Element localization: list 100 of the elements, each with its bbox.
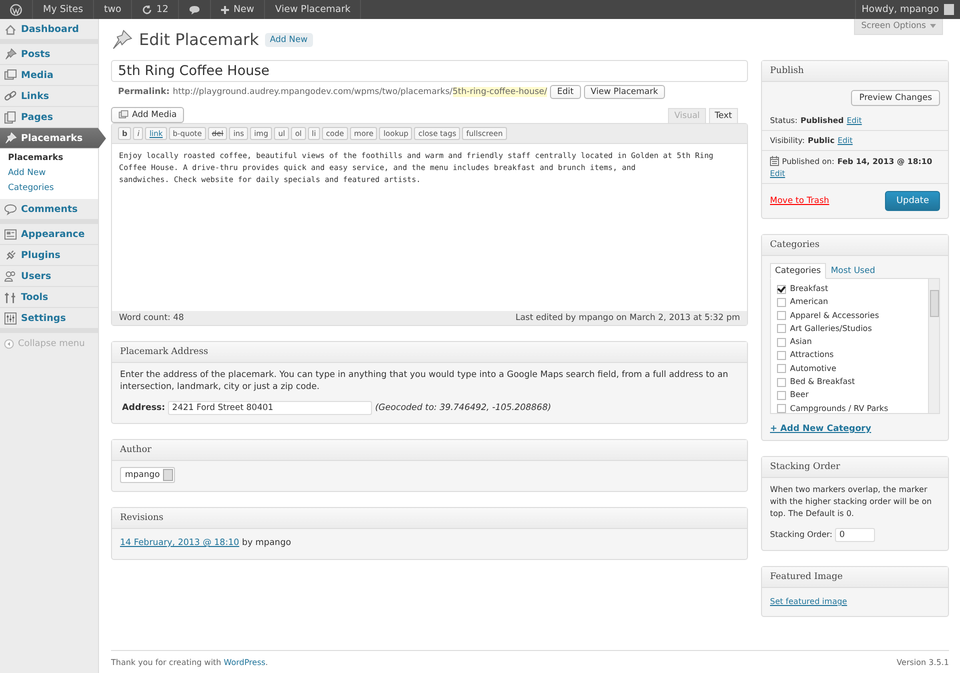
plug-icon [4, 248, 17, 262]
toolbar-link[interactable]: View Placemark [265, 0, 362, 19]
checkbox[interactable] [777, 324, 786, 334]
speech-bubble-icon[interactable] [189, 4, 200, 14]
revision-author: by mpango [242, 538, 292, 548]
users-icon [4, 270, 17, 282]
panel-title: Placemark Address [112, 342, 747, 363]
last-edited: Last edited by mpango on March 2, 2013 at 5:32 pm [515, 313, 740, 323]
menu-item[interactable]: Placemarks [0, 128, 106, 149]
plus-icon[interactable] [221, 6, 230, 14]
house-icon [4, 22, 17, 36]
checkbox[interactable] [777, 364, 786, 374]
pushpin-icon [111, 28, 133, 50]
permalink-button[interactable]: Edit [550, 85, 581, 99]
chain-link-icon [4, 90, 17, 102]
editor-tab[interactable]: Text [708, 108, 738, 123]
version-text: Version 3.5.1 [896, 658, 949, 667]
panel-title: Featured Image [762, 567, 948, 588]
calendar-icon [770, 156, 779, 166]
category-label[interactable]: Campgrounds / RV Parks [790, 402, 888, 415]
menu-item[interactable]: Appearance [0, 224, 98, 245]
pages-icon [4, 110, 17, 124]
menu-item[interactable]: Settings [0, 308, 98, 329]
panel-title: Categories [762, 235, 948, 256]
avatar-icon[interactable] [944, 4, 954, 15]
checkbox[interactable] [777, 350, 786, 360]
update-button[interactable]: Update [885, 191, 940, 211]
preview-button[interactable]: Preview Changes [851, 90, 940, 106]
permalink-url: http://playground.audrey.mpangodev.com/wpms/two/placemarks/5th-ring-coffee-house/ [172, 87, 548, 97]
category-label[interactable]: American [790, 296, 828, 308]
caret-icon [930, 24, 936, 28]
menu-item[interactable]: Links [0, 86, 98, 107]
account-greeting[interactable]: Howdy, mpango [862, 4, 939, 15]
menu-item[interactable]: Comments [0, 199, 98, 220]
category-tab[interactable]: Most Used [826, 263, 880, 279]
category-label[interactable]: Beer [790, 389, 809, 402]
category-label[interactable]: Asian [790, 336, 812, 348]
word-count: Word count: 48 [119, 313, 184, 323]
pushpin-icon [4, 132, 17, 144]
permalink-button[interactable]: View Placemark [584, 85, 666, 99]
geocoded-text: (Geocoded to: 39.746492, -105.208868) [375, 402, 552, 414]
panel-title: Author [112, 440, 747, 461]
menu-item[interactable]: Users [0, 266, 98, 287]
checkbox[interactable] [777, 404, 786, 414]
wordpress-link[interactable]: WordPress [224, 658, 266, 667]
address-label: Address: [122, 402, 166, 414]
sliders-icon [4, 312, 17, 324]
category-tab[interactable]: Categories [770, 263, 826, 279]
update-count[interactable]: 12 [156, 4, 168, 15]
trash-link[interactable]: Move to Trash [770, 196, 830, 206]
category-label[interactable]: Apparel & Accessories [790, 310, 879, 322]
submenu-item[interactable]: Placemarks [8, 152, 98, 165]
add-media-button[interactable]: Add Media [111, 107, 184, 123]
tools-icon [4, 290, 17, 304]
checkbox[interactable] [777, 311, 786, 320]
address-field[interactable]: 2421 Ford Street 80401 [168, 401, 372, 415]
stacking-label: Stacking Order: [770, 529, 832, 541]
menu-item[interactable]: Tools [0, 287, 98, 308]
checkbox[interactable] [777, 338, 786, 347]
category-label[interactable]: Attractions [790, 349, 834, 362]
submenu-item[interactable]: Add New [8, 167, 98, 180]
address-description: Enter the address of the placemark. You can type in anything that you would type into a Google Maps search field, from a full address to an intersection, landmark, city or just a zip code. [120, 369, 730, 393]
add-new-button[interactable]: Add New [264, 32, 313, 46]
menu-item[interactable]: Plugins [0, 245, 98, 266]
checkbox[interactable] [777, 390, 786, 400]
category-label[interactable]: Bed & Breakfast [790, 376, 855, 388]
checkbox[interactable] [777, 298, 786, 307]
revision-link[interactable]: 14 February, 2013 @ 18:10 [120, 538, 240, 548]
new-link[interactable]: New [233, 4, 254, 15]
add-category-link[interactable]: + Add New Category [762, 414, 880, 440]
media-icon [118, 110, 129, 120]
submenu-item[interactable]: Categories [8, 182, 98, 195]
permalink-label: Permalink: [118, 87, 170, 97]
category-label[interactable]: Breakfast [790, 283, 828, 295]
menu-item[interactable]: Dashboard [0, 19, 98, 40]
stacking-field[interactable]: 0 [835, 528, 876, 542]
menu-item[interactable]: Posts [0, 44, 98, 65]
layout-icon [4, 228, 17, 240]
category-label[interactable]: Art Galleries/Studios [790, 322, 872, 335]
stacking-description: When two markers overlap, the marker with the higher stacking order will be on top. The Default is 0. [770, 484, 933, 520]
panel-title: Revisions [112, 508, 747, 529]
page-title: Edit Placemark [139, 30, 259, 49]
footer-text: Thank you for creating with WordPress. [111, 658, 268, 667]
menu-item[interactable]: Media [0, 65, 98, 86]
checkbox[interactable] [777, 284, 786, 294]
author-select[interactable]: mpango [120, 467, 175, 483]
checkbox[interactable] [777, 378, 786, 387]
speech-bubble-icon [4, 202, 17, 216]
refresh-icon[interactable] [142, 4, 152, 14]
media-icon [4, 68, 17, 82]
panel-title: Stacking Order [762, 457, 948, 478]
logo-icon[interactable] [10, 4, 22, 16]
screen-options-button[interactable]: Screen Options [854, 19, 943, 35]
scrollbar[interactable] [928, 279, 939, 413]
pushpin-icon [4, 48, 17, 60]
category-label[interactable]: Automotive [790, 362, 836, 375]
panel-title: Publish [762, 61, 948, 82]
title-field[interactable]: 5th Ring Coffee House [111, 60, 748, 82]
featured-image-link[interactable]: Set featured image [770, 597, 848, 606]
collapse-icon[interactable] [4, 339, 14, 349]
